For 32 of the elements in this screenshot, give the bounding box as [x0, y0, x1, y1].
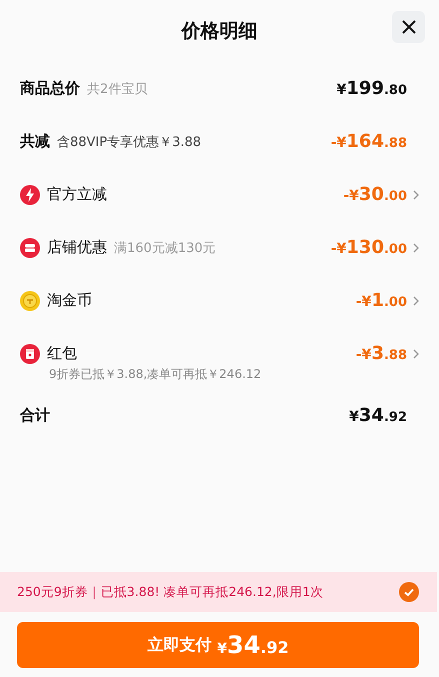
envelope-icon	[20, 344, 40, 364]
row-detail: 满160元减130元	[114, 240, 216, 256]
row-label: 共减	[20, 132, 50, 151]
price-amount: -¥164.88	[330, 131, 407, 152]
row-note: 9折券已抵￥3.88,凑单可再抵￥246.12	[49, 366, 262, 383]
coin-icon	[20, 290, 40, 310]
price-amount: ¥199.80	[336, 78, 407, 99]
chevron-icon[interactable]	[413, 242, 419, 252]
sheet-title: 价格明细	[182, 19, 258, 44]
chevron-icon[interactable]	[413, 296, 419, 306]
chevron-icon[interactable]	[413, 348, 419, 358]
price-amount: -¥3.88	[356, 343, 407, 364]
chevron-icon[interactable]	[413, 190, 419, 200]
row-detail: 含88VIP专享优惠￥3.88	[57, 134, 202, 150]
close-button[interactable]	[392, 11, 425, 43]
close-icon	[400, 19, 416, 35]
price-amount: ¥34.92	[349, 405, 407, 426]
row-label: 店铺优惠	[47, 238, 107, 257]
price-amount: -¥30.00	[343, 184, 407, 205]
row-detail: 共2件宝贝	[87, 80, 148, 98]
check-icon[interactable]	[399, 582, 419, 602]
pay-button[interactable]: 立即支付 ¥34.92	[17, 622, 419, 668]
row-label: 红包	[47, 344, 77, 363]
store-icon	[20, 238, 40, 258]
lightning-icon	[20, 184, 40, 204]
price-amount: -¥130.00	[330, 237, 407, 258]
row-label: 官方立减	[47, 185, 107, 204]
coupon-text: 250元9折券｜已抵3.88! 凑单可再抵246.12,限用1次	[17, 584, 324, 600]
row-label: 商品总价	[20, 79, 80, 98]
price-amount: -¥1.00	[356, 290, 407, 311]
row-label: 合计	[20, 406, 50, 425]
row-label: 淘金币	[47, 291, 92, 310]
